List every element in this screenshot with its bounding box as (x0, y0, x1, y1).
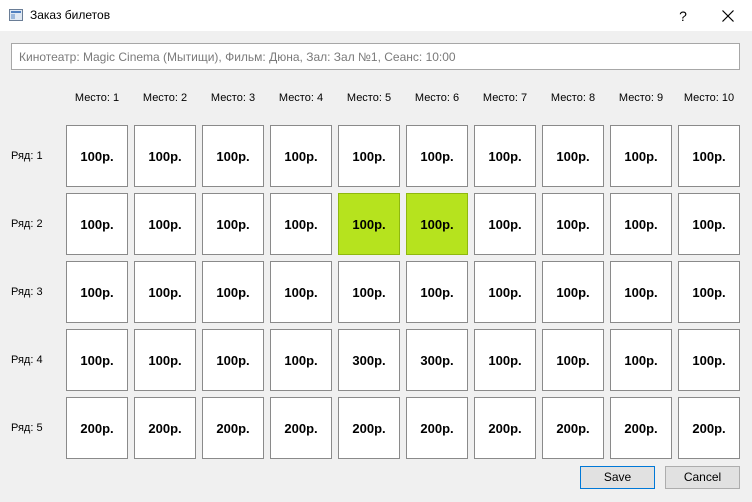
seat-button[interactable]: 100р. (202, 125, 264, 187)
seat-button[interactable]: 100р. (66, 193, 128, 255)
seat-column-label: Место: 7 (482, 92, 528, 104)
seat-button[interactable]: 100р. (474, 125, 536, 187)
seat-button[interactable]: 100р. (542, 329, 604, 391)
seat-button[interactable]: 100р. (406, 125, 468, 187)
seat-column-label: Место: 2 (142, 92, 188, 104)
seat-column-label: Место: 8 (550, 92, 596, 104)
seat-column-label: Место: 3 (210, 92, 256, 104)
seat-column-label: Место: 9 (618, 92, 664, 104)
seat-button[interactable]: 100р. (270, 125, 332, 187)
seat-button[interactable]: 100р. (542, 125, 604, 187)
seat-column-label: Место: 5 (346, 92, 392, 104)
seat-button[interactable]: 100р. (134, 125, 196, 187)
seat-column-label: Место: 6 (414, 92, 460, 104)
seat-button[interactable]: 100р. (542, 193, 604, 255)
seat-button[interactable]: 100р. (66, 125, 128, 187)
seat-button[interactable]: 200р. (66, 397, 128, 459)
seat-button[interactable]: 100р. (270, 193, 332, 255)
row-label: Ряд: 4 (11, 354, 43, 366)
seat-button[interactable]: 200р. (406, 397, 468, 459)
seat-button[interactable]: 100р. (134, 261, 196, 323)
seat-button[interactable]: 100р. (202, 329, 264, 391)
seat-button[interactable]: 100р. (678, 125, 740, 187)
seat-button[interactable]: 100р. (678, 329, 740, 391)
seat-button[interactable]: 100р. (610, 125, 672, 187)
seat-button[interactable]: 100р. (338, 261, 400, 323)
seat-button[interactable]: 200р. (474, 397, 536, 459)
seat-button[interactable]: 100р. (474, 261, 536, 323)
seat-button[interactable]: 100р. (678, 261, 740, 323)
row-label: Ряд: 5 (11, 422, 43, 434)
seat-button[interactable]: 100р. (338, 193, 400, 255)
seat-button[interactable]: 200р. (134, 397, 196, 459)
seat-button[interactable]: 100р. (202, 261, 264, 323)
seat-button[interactable]: 200р. (270, 397, 332, 459)
seat-button[interactable]: 100р. (134, 329, 196, 391)
seat-button[interactable]: 300р. (406, 329, 468, 391)
seat-column-label: Место: 10 (683, 92, 735, 104)
seat-button[interactable]: 100р. (66, 261, 128, 323)
row-label: Ряд: 1 (11, 150, 43, 162)
row-label: Ряд: 2 (11, 218, 43, 230)
seat-button[interactable]: 200р. (202, 397, 264, 459)
seat-button[interactable]: 100р. (610, 329, 672, 391)
row-label: Ряд: 3 (11, 286, 43, 298)
seat-button[interactable]: 100р. (678, 193, 740, 255)
seat-button[interactable]: 100р. (406, 193, 468, 255)
seat-button[interactable]: 100р. (202, 193, 264, 255)
seat-button[interactable]: 100р. (338, 125, 400, 187)
seat-column-label: Место: 1 (74, 92, 120, 104)
save-button[interactable]: Save (580, 466, 655, 489)
window-title: Заказ билетов (30, 8, 111, 22)
seat-button[interactable]: 100р. (270, 329, 332, 391)
seat-button[interactable]: 200р. (678, 397, 740, 459)
close-icon (722, 10, 734, 22)
seat-button[interactable]: 100р. (474, 193, 536, 255)
seat-button[interactable]: 200р. (542, 397, 604, 459)
close-button[interactable] (708, 2, 748, 30)
seat-button[interactable]: 100р. (66, 329, 128, 391)
title-bar: Заказ билетов ? (0, 0, 752, 31)
seat-button[interactable]: 100р. (610, 261, 672, 323)
help-button[interactable]: ? (672, 6, 694, 26)
seat-button[interactable]: 100р. (610, 193, 672, 255)
seat-button[interactable]: 100р. (406, 261, 468, 323)
seat-button[interactable]: 100р. (270, 261, 332, 323)
seat-column-label: Место: 4 (278, 92, 324, 104)
window-icon (9, 9, 23, 21)
cancel-button[interactable]: Cancel (665, 466, 740, 489)
seat-button[interactable]: 100р. (542, 261, 604, 323)
session-info-field[interactable]: Кинотеатр: Magic Cinema (Мытищи), Фильм:… (11, 43, 740, 70)
seat-button[interactable]: 200р. (338, 397, 400, 459)
seat-button[interactable]: 100р. (134, 193, 196, 255)
seat-button[interactable]: 200р. (610, 397, 672, 459)
seat-button[interactable]: 100р. (474, 329, 536, 391)
seat-button[interactable]: 300р. (338, 329, 400, 391)
